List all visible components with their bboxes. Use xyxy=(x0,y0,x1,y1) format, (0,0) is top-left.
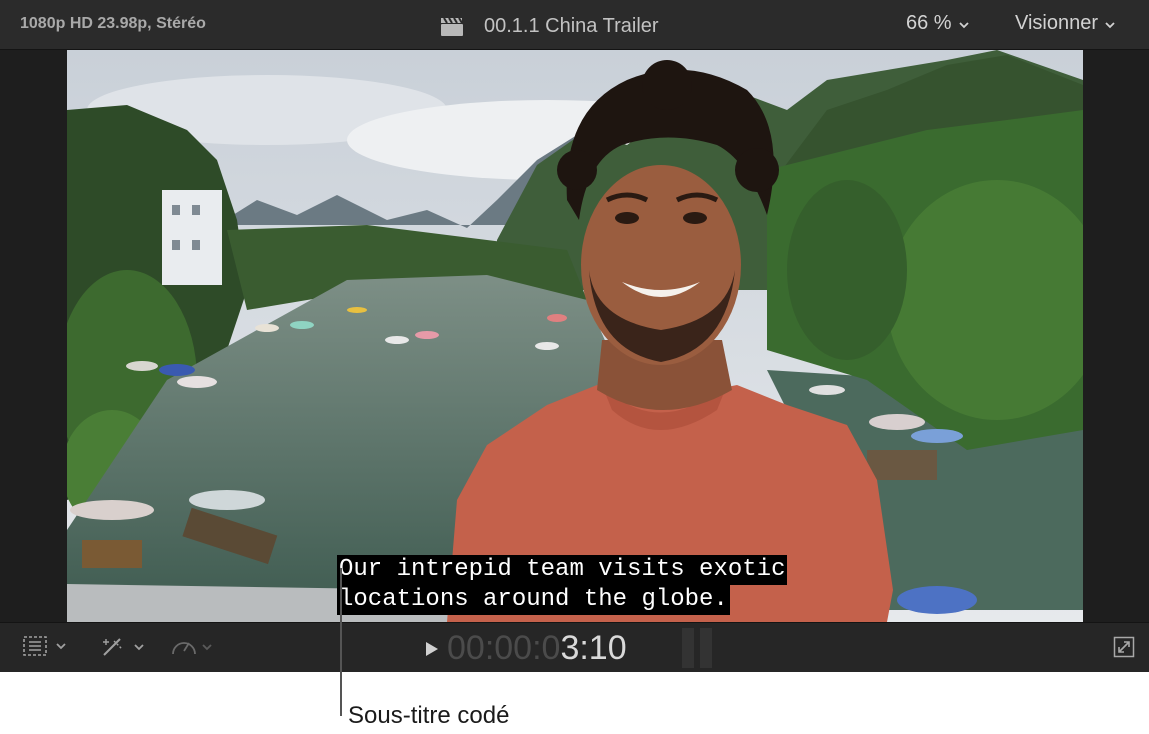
chevron-down-icon xyxy=(202,643,212,650)
timecode-value: 3:10 xyxy=(560,629,627,667)
retime-menu-button[interactable] xyxy=(170,635,212,659)
zoom-menu[interactable]: 66 % xyxy=(906,12,969,35)
chevron-down-icon xyxy=(958,21,969,28)
fullscreen-button[interactable] xyxy=(1113,636,1135,663)
layout-menu-button[interactable] xyxy=(22,635,66,657)
viewer-top-bar: 1080p HD 23.98p, Stéréo 00.1.1 China Tra… xyxy=(0,0,1149,50)
clapperboard-icon xyxy=(441,17,463,36)
format-info: 1080p HD 23.98p, Stéréo xyxy=(20,15,206,32)
timecode-display[interactable]: 00:00:0 3:10 xyxy=(425,629,627,668)
callout-label: Sous-titre codé xyxy=(348,702,510,729)
viewer-window: 1080p HD 23.98p, Stéréo 00.1.1 China Tra… xyxy=(0,0,1149,672)
callout-line xyxy=(340,568,342,716)
layout-icon xyxy=(23,636,47,656)
chevron-down-icon xyxy=(1105,21,1115,28)
play-icon[interactable] xyxy=(425,641,439,657)
caption-line-2: locations around the globe. xyxy=(337,585,730,615)
view-menu[interactable]: Visionner xyxy=(1015,12,1115,35)
viewer-bottom-bar: 00:00:0 3:10 xyxy=(0,622,1149,672)
timecode-leading: 00:00:0 xyxy=(447,629,561,667)
view-menu-label: Visionner xyxy=(1015,12,1099,34)
audio-meter[interactable] xyxy=(682,628,716,668)
chevron-down-icon xyxy=(56,642,66,649)
fullscreen-icon xyxy=(1113,636,1135,658)
chevron-down-icon xyxy=(134,643,144,650)
video-frame-image xyxy=(67,50,1083,622)
zoom-value: 66 % xyxy=(906,12,952,34)
magic-wand-icon xyxy=(103,638,123,656)
video-canvas[interactable]: Our intrepid team visits exotic location… xyxy=(67,50,1083,622)
clip-title: 00.1.1 China Trailer xyxy=(484,14,659,37)
clip-title-area: 00.1.1 China Trailer xyxy=(440,13,659,39)
closed-caption: Our intrepid team visits exotic location… xyxy=(337,555,788,615)
transform-menu-button[interactable] xyxy=(100,635,144,659)
speed-gauge-icon xyxy=(172,642,196,655)
audio-meter-left xyxy=(682,628,694,668)
audio-meter-right xyxy=(700,628,712,668)
caption-line-1: Our intrepid team visits exotic xyxy=(337,555,788,585)
